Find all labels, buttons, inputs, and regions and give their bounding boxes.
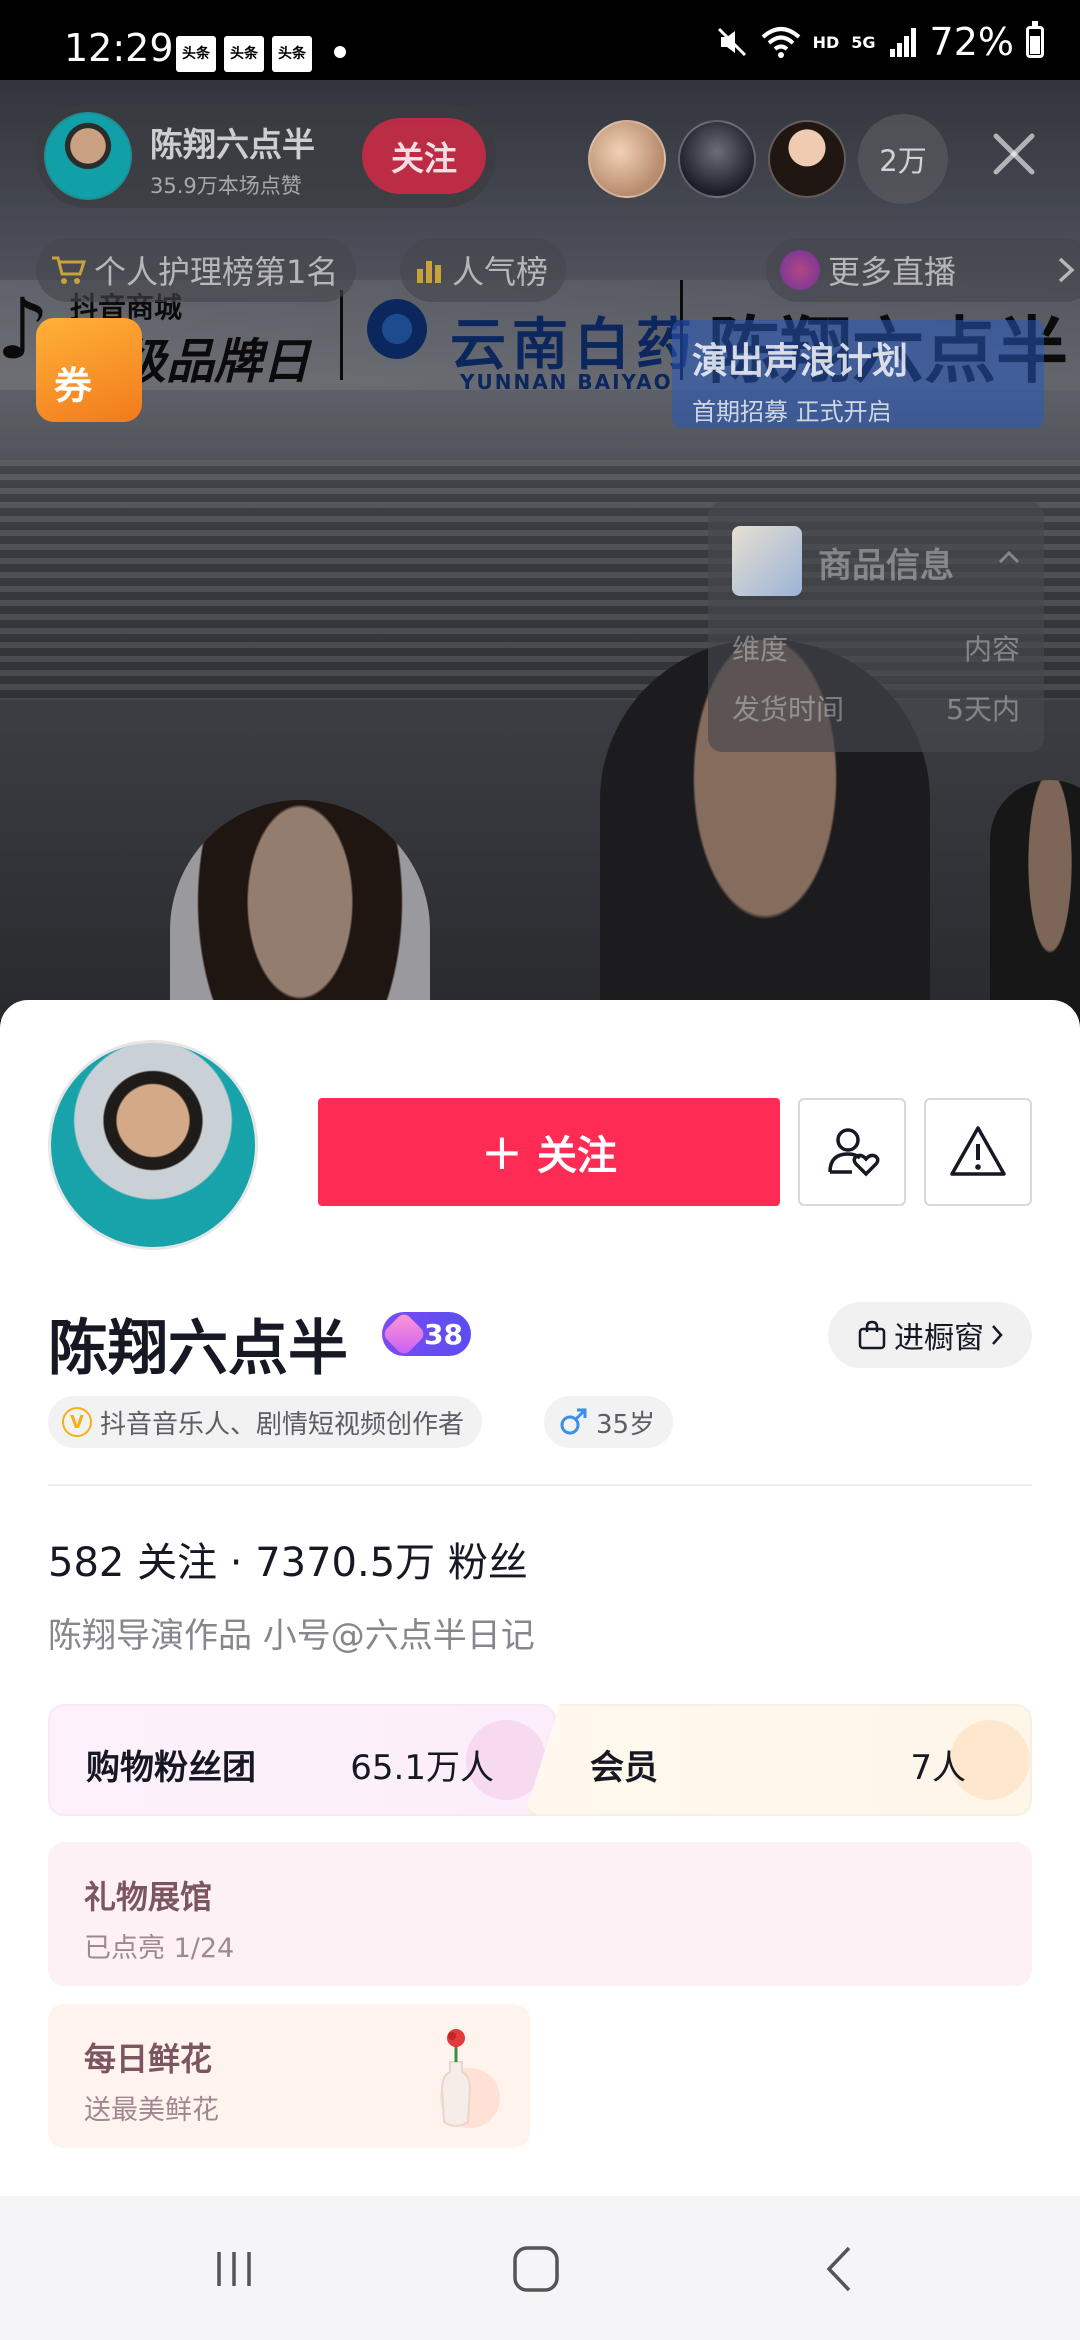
daily-flower-title: 每日鲜花 [84, 2040, 213, 2078]
user-heart-icon [828, 1128, 880, 1177]
campaign-subtitle: 首期招募 正式开启 [692, 398, 892, 426]
product-info-row: 发货时间 5天内 [732, 688, 1020, 728]
popularity-chip-label: 人气榜 [452, 253, 549, 291]
status-indicators: HD 5G 72% [715, 20, 1044, 64]
top-viewer-avatar[interactable] [678, 120, 756, 198]
notification-icon: 头条 [176, 36, 216, 72]
creator-tag: V 抖音音乐人、剧情短视频创作者 [48, 1396, 483, 1448]
profile-avatar[interactable] [48, 1040, 258, 1250]
plus-icon: + [481, 1123, 523, 1181]
profile-sheet: + 关注 陈翔六点半 38 进橱窗 V 抖音音乐人、剧情短视频创作者 35岁 5… [0, 1000, 1080, 2196]
product-info-panel[interactable]: 商品信息 维度 内容 发货时间 5天内 [708, 502, 1044, 752]
wifi-icon [761, 27, 800, 58]
product-info-label: 维度 [732, 633, 789, 666]
more-live-label: 更多直播 [828, 253, 957, 291]
cart-icon [52, 256, 86, 284]
popularity-chip[interactable]: 人气榜 [400, 238, 567, 302]
home-icon [513, 2246, 559, 2292]
verified-icon: V [62, 1407, 92, 1437]
home-button[interactable] [496, 2236, 576, 2302]
mute-icon [717, 27, 746, 57]
follow-button-label: 关注 [536, 1133, 617, 1179]
top-viewer-avatar[interactable] [768, 120, 846, 198]
campaign-banner[interactable]: 演出声浪计划 首期招募 正式开启 [672, 320, 1044, 428]
notification-icon: 头条 [224, 36, 264, 72]
gem-icon [381, 1311, 427, 1357]
follow-stats[interactable]: 582 关注 · 7370.5万 粉丝 [48, 1530, 528, 1588]
notification-icon: 头条 [272, 36, 312, 72]
shop-window-button[interactable]: 进橱窗 [828, 1302, 1032, 1368]
more-live-chip[interactable]: 更多直播 [766, 238, 1080, 302]
fan-club-label: 购物粉丝团 [86, 1748, 256, 1788]
product-info-value: 内容 [963, 633, 1020, 666]
fan-level-value: 38 [424, 1317, 463, 1351]
warning-icon [950, 1126, 1006, 1176]
battery-percent: 72% [929, 20, 1014, 64]
product-info-value: 5天内 [946, 693, 1020, 726]
report-button[interactable] [924, 1098, 1032, 1206]
profile-name: 陈翔六点半 [48, 1314, 348, 1384]
fan-club-value: 65.1万人 [350, 1748, 494, 1788]
signal-5g-label: 5G [851, 32, 876, 52]
friend-button[interactable] [798, 1098, 906, 1206]
rank-chip[interactable]: 个人护理榜第1名 [36, 238, 357, 302]
host-name: 陈翔六点半 [150, 125, 315, 164]
member-value: 7人 [910, 1748, 966, 1788]
product-info-row: 维度 内容 [732, 628, 1020, 668]
coupon-badge[interactable]: 券 [36, 318, 142, 422]
shop-window-label: 进橱窗 [894, 1321, 984, 1356]
top-viewer-avatar[interactable] [588, 120, 666, 198]
chevron-right-icon [992, 1325, 1003, 1345]
viewer-count[interactable]: 2万 [858, 114, 948, 204]
gender-age-tag: 35岁 [544, 1396, 674, 1448]
gift-gallery-title: 礼物展馆 [84, 1878, 213, 1916]
gender-age-label: 35岁 [596, 1409, 656, 1440]
close-icon[interactable] [988, 128, 1040, 180]
product-info-label: 发货时间 [732, 693, 845, 726]
flower-vase-icon [440, 2029, 500, 2128]
creator-tag-label: 抖音音乐人、剧情短视频创作者 [100, 1409, 465, 1440]
fan-level-badge[interactable]: 38 [381, 1311, 471, 1357]
host-likes: 35.9万本场点赞 [150, 174, 302, 198]
status-time: 12:29 [64, 26, 174, 70]
fan-club-card[interactable]: 购物粉丝团 65.1万人 [48, 1704, 556, 1816]
member-card[interactable]: 会员 7人 [524, 1704, 1032, 1816]
bar-chart-icon [417, 261, 441, 283]
daily-flower-subtitle: 送最美鲜花 [84, 2095, 219, 2126]
shopping-bag-icon [858, 1320, 886, 1350]
profile-bio: 陈翔导演作品 小号@六点半日记 [48, 1616, 535, 1656]
chevron-right-icon [1058, 257, 1075, 283]
rank-chip-label: 个人护理榜第1名 [94, 253, 339, 291]
follow-button[interactable]: + 关注 [318, 1098, 780, 1206]
daily-flower-card[interactable]: 每日鲜花 送最美鲜花 [48, 2004, 530, 2148]
chevron-up-icon [998, 550, 1020, 564]
recents-button[interactable] [194, 2236, 274, 2302]
battery-icon [1026, 21, 1044, 58]
product-info-title: 商品信息 [818, 546, 954, 586]
product-thumbnail [732, 526, 802, 596]
host-follow-button[interactable]: 关注 [362, 118, 486, 194]
host-avatar[interactable] [44, 112, 132, 200]
live-avatar-icon [780, 250, 820, 290]
status-bar: 12:29 头条 头条 头条 HD 5G 72% [0, 0, 1080, 80]
gift-gallery-card[interactable]: 礼物展馆 已点亮 1/24 [48, 1842, 1032, 1986]
more-notifications-dot [334, 46, 346, 58]
recents-icon [217, 2252, 251, 2286]
signal-icon [889, 28, 916, 57]
screen: 12:29 头条 头条 头条 HD 5G 72% ♪ 抖音商城 超级品牌日 云南… [0, 0, 1080, 2340]
host-info-pill[interactable]: 陈翔六点半 35.9万本场点赞 关注 [36, 104, 496, 208]
back-icon [826, 2246, 851, 2292]
system-nav-bar [0, 2196, 1080, 2340]
male-icon [560, 1408, 587, 1435]
network-hd-label: HD [812, 32, 840, 52]
back-button[interactable] [800, 2236, 880, 2302]
campaign-title: 演出声浪计划 [692, 341, 909, 382]
member-label: 会员 [590, 1748, 658, 1788]
divider [48, 1484, 1032, 1486]
gift-gallery-progress: 已点亮 1/24 [84, 1933, 235, 1964]
